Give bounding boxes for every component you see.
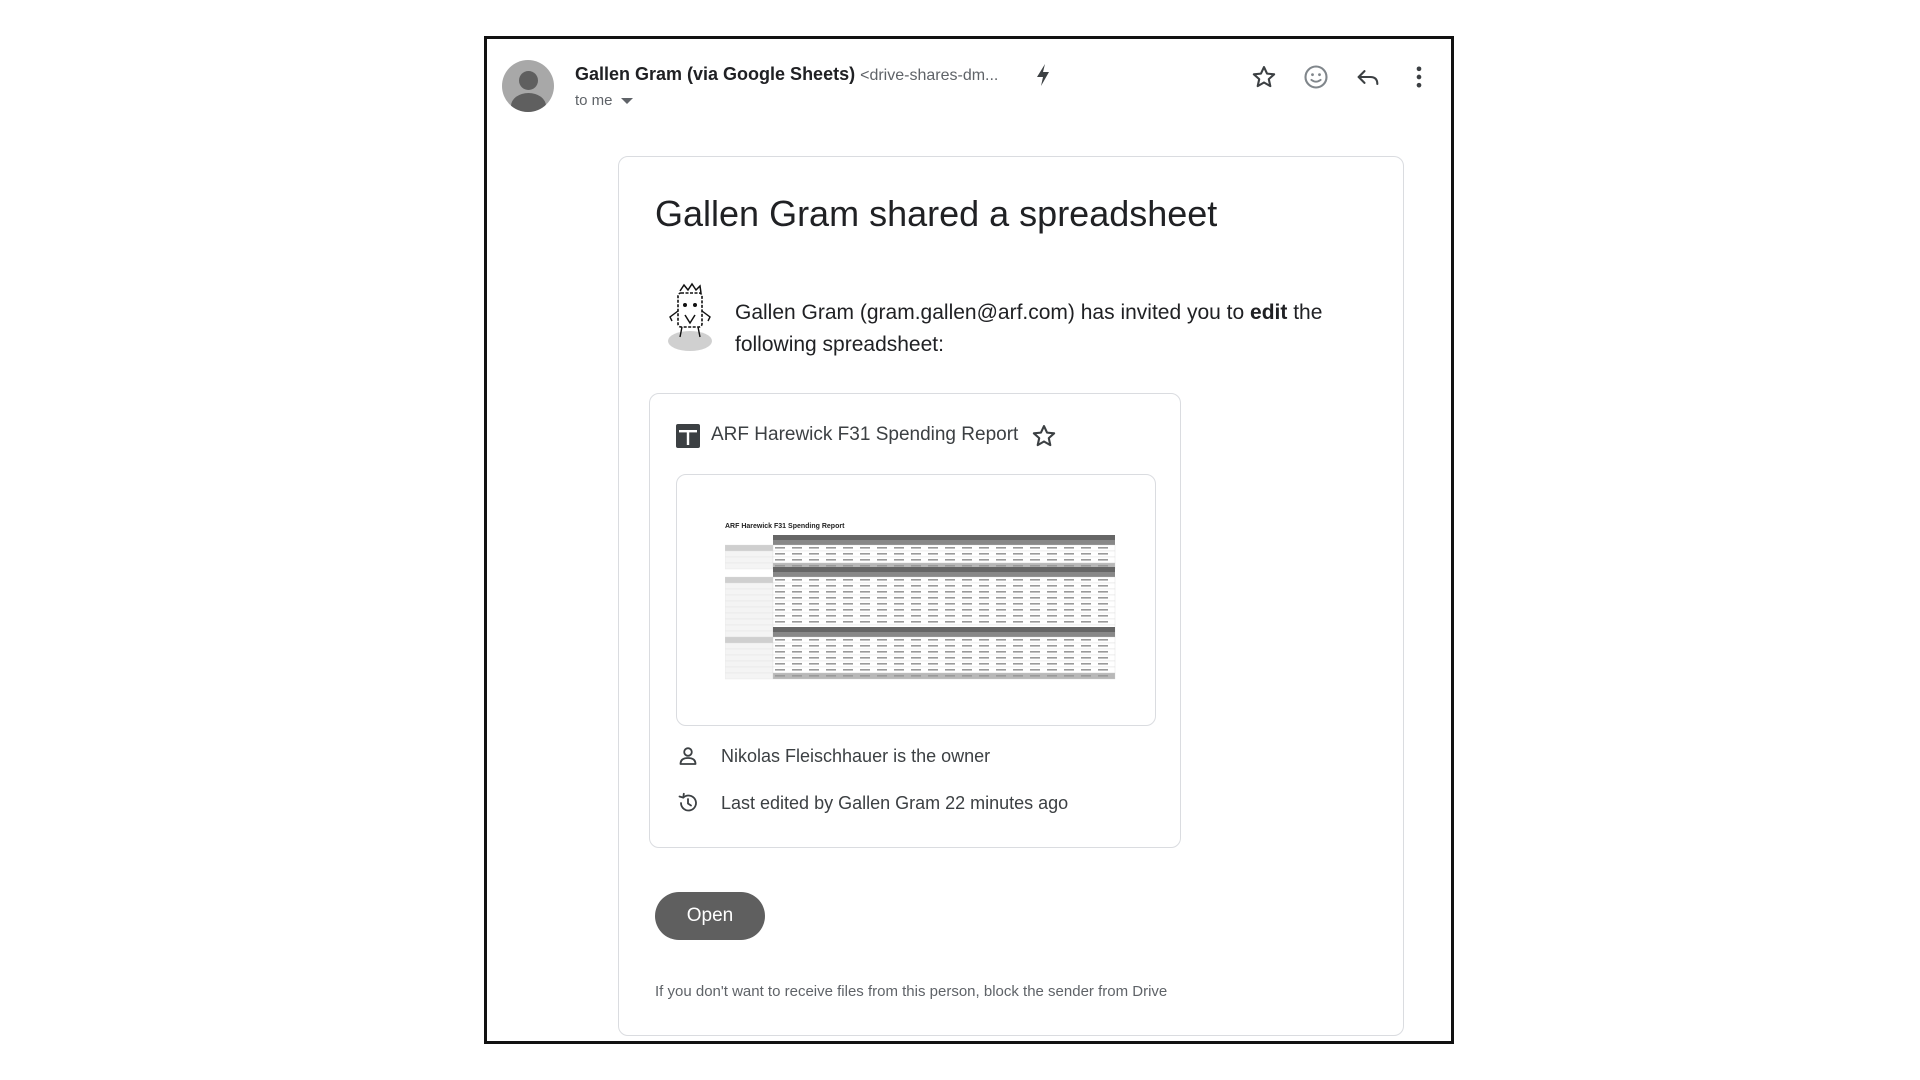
invite-message: Gallen Gram (gram.gallen@arf.com) has in… xyxy=(735,297,1355,361)
share-title: Gallen Gram shared a spreadsheet xyxy=(655,193,1218,234)
sheets-icon xyxy=(676,424,700,448)
footer-note[interactable]: If you don't want to receive files from … xyxy=(655,983,1167,1000)
star-icon[interactable] xyxy=(1030,422,1058,450)
thumbnail-title: ARF Harewick F31 Spending Report xyxy=(725,523,845,530)
sender-line: Gallen Gram (via Google Sheets) <drive-s… xyxy=(575,64,998,85)
open-button[interactable]: Open xyxy=(655,892,765,940)
sender-name[interactable]: Gallen Gram (via Google Sheets) xyxy=(575,64,855,84)
sender-avatar[interactable] xyxy=(502,60,554,112)
chevron-down-icon xyxy=(620,98,633,105)
last-edited-text: Last edited by Gallen Gram 22 minutes ag… xyxy=(721,793,1069,813)
star-icon[interactable] xyxy=(1250,63,1278,91)
reply-icon[interactable] xyxy=(1354,63,1382,91)
permission-level: edit xyxy=(1250,301,1288,324)
sharer-avatar xyxy=(668,282,712,351)
share-notification-card: Gallen Gram shared a spreadsheet Gallen … xyxy=(618,156,1404,1036)
spreadsheet-thumbnail[interactable]: ARF Harewick F31 Spending Report xyxy=(676,474,1156,726)
person-icon xyxy=(679,747,697,765)
bolt-icon xyxy=(1037,64,1049,86)
history-icon xyxy=(678,792,697,812)
recipient-details-toggle[interactable]: to me xyxy=(575,92,633,109)
email-window: Gallen Gram (via Google Sheets) <drive-s… xyxy=(484,36,1454,1044)
email-header: Gallen Gram (via Google Sheets) <drive-s… xyxy=(487,39,1451,139)
invite-text-start: Gallen Gram (gram.gallen@arf.com) has in… xyxy=(735,301,1251,324)
file-name[interactable]: ARF Harewick F31 Spending Report xyxy=(711,424,1018,446)
sender-email[interactable]: <drive-shares-dm... xyxy=(860,67,998,84)
emoji-icon[interactable] xyxy=(1302,63,1330,91)
file-preview-card[interactable]: ARF Harewick F31 Spending Report ARF Har… xyxy=(649,393,1181,848)
owner-text: Nikolas Fleischhauer is the owner xyxy=(721,746,991,766)
more-vert-icon[interactable] xyxy=(1405,63,1433,91)
recipient-label: to me xyxy=(575,92,613,109)
